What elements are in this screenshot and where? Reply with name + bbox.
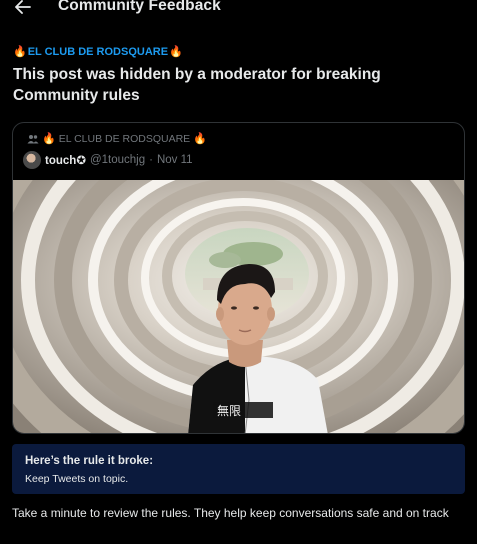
hidden-post-heading: This post was hidden by a moderator for … (13, 66, 381, 104)
rule-text: Keep Tweets on topic. (25, 473, 129, 485)
author-handle[interactable]: @1touchjg (90, 154, 145, 166)
photo-illustration: 無限 (13, 180, 464, 433)
avatar[interactable] (23, 151, 41, 169)
rule-broken-box: Here’s the rule it broke: Keep Tweets on… (12, 444, 465, 494)
fire-icon: 🔥 (169, 45, 183, 58)
community-link[interactable]: 🔥 EL CLUB DE RODSQUARE 🔥 (13, 46, 183, 58)
shirt-text: 無限 (217, 403, 241, 418)
rule-title: Here’s the rule it broke: (25, 455, 154, 467)
fire-icon: 🔥 (42, 132, 56, 145)
post-author-row: touch✪ @1touchjg · Nov 11 (23, 151, 193, 169)
post-community-name: EL CLUB DE RODSQUARE (58, 133, 191, 145)
arrow-left-icon (15, 0, 31, 14)
fire-icon: 🔥 (13, 45, 27, 58)
post-date[interactable]: Nov 11 (157, 154, 193, 166)
star-badge-icon: ✪ (76, 155, 86, 167)
post-community-label[interactable]: 🔥 EL CLUB DE RODSQUARE 🔥 (27, 133, 207, 145)
hidden-post-card[interactable]: 🔥 EL CLUB DE RODSQUARE 🔥 touch✪ @1touchj… (12, 122, 465, 434)
dot-separator: · (149, 154, 153, 166)
page-title: Community Feedback (58, 0, 221, 14)
post-image[interactable]: 無限 (13, 180, 464, 433)
people-icon (27, 135, 39, 144)
author-name[interactable]: touch✪ (45, 153, 86, 167)
top-bar: Community Feedback (0, 0, 477, 20)
review-rules-message: Take a minute to review the rules. They … (12, 506, 449, 520)
back-button[interactable] (10, 0, 36, 20)
community-name: EL CLUB DE RODSQUARE (27, 46, 169, 58)
fire-icon: 🔥 (193, 132, 207, 145)
